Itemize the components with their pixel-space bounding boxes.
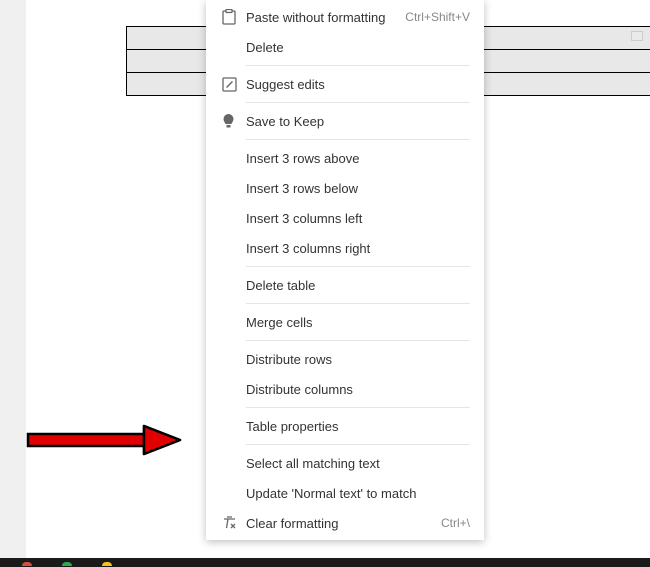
lightbulb-icon xyxy=(222,113,246,129)
taskbar-app-icon[interactable] xyxy=(22,562,32,566)
menu-item-save-to-keep[interactable]: Save to Keep xyxy=(206,106,484,136)
menu-item-delete[interactable]: Delete xyxy=(206,32,484,62)
menu-item-label: Insert 3 columns right xyxy=(246,241,470,256)
menu-item-insert-cols-left[interactable]: Insert 3 columns left xyxy=(206,203,484,233)
menu-separator xyxy=(246,444,470,445)
taskbar-app-icon[interactable] xyxy=(62,562,72,566)
edit-icon xyxy=(222,77,246,92)
menu-item-suggest-edits[interactable]: Suggest edits xyxy=(206,69,484,99)
menu-separator xyxy=(246,65,470,66)
menu-item-clear-formatting[interactable]: Clear formatting Ctrl+\ xyxy=(206,508,484,538)
menu-item-label: Suggest edits xyxy=(246,77,470,92)
table-expand-handle[interactable] xyxy=(631,31,643,41)
menu-separator xyxy=(246,139,470,140)
menu-separator xyxy=(246,340,470,341)
menu-item-shortcut: Ctrl+\ xyxy=(441,516,470,530)
menu-item-label: Insert 3 rows above xyxy=(246,151,470,166)
menu-item-insert-rows-below[interactable]: Insert 3 rows below xyxy=(206,173,484,203)
menu-item-insert-cols-right[interactable]: Insert 3 columns right xyxy=(206,233,484,263)
menu-item-label: Clear formatting xyxy=(246,516,441,531)
taskbar xyxy=(0,558,650,567)
menu-item-label: Delete table xyxy=(246,278,470,293)
menu-separator xyxy=(246,303,470,304)
menu-item-label: Save to Keep xyxy=(246,114,470,129)
menu-item-label: Distribute rows xyxy=(246,352,470,367)
menu-item-distribute-columns[interactable]: Distribute columns xyxy=(206,374,484,404)
menu-item-label: Merge cells xyxy=(246,315,470,330)
clear-formatting-icon xyxy=(222,516,246,530)
document-canvas: Paste without formatting Ctrl+Shift+V De… xyxy=(26,0,650,558)
menu-item-label: Insert 3 columns left xyxy=(246,211,470,226)
menu-item-distribute-rows[interactable]: Distribute rows xyxy=(206,344,484,374)
menu-item-update-normal-text[interactable]: Update 'Normal text' to match xyxy=(206,478,484,508)
annotation-arrow xyxy=(24,418,184,462)
clipboard-icon xyxy=(222,9,246,25)
context-menu: Paste without formatting Ctrl+Shift+V De… xyxy=(206,0,484,540)
menu-item-label: Delete xyxy=(246,40,470,55)
menu-item-label: Insert 3 rows below xyxy=(246,181,470,196)
menu-item-merge-cells[interactable]: Merge cells xyxy=(206,307,484,337)
menu-item-insert-rows-above[interactable]: Insert 3 rows above xyxy=(206,143,484,173)
menu-item-delete-table[interactable]: Delete table xyxy=(206,270,484,300)
menu-item-label: Select all matching text xyxy=(246,456,470,471)
menu-item-label: Paste without formatting xyxy=(246,10,405,25)
taskbar-app-icon[interactable] xyxy=(102,562,112,566)
menu-separator xyxy=(246,407,470,408)
menu-item-label: Update 'Normal text' to match xyxy=(246,486,470,501)
menu-item-table-properties[interactable]: Table properties xyxy=(206,411,484,441)
menu-item-label: Distribute columns xyxy=(246,382,470,397)
menu-item-label: Table properties xyxy=(246,419,470,434)
menu-separator xyxy=(246,102,470,103)
menu-item-paste-without-formatting[interactable]: Paste without formatting Ctrl+Shift+V xyxy=(206,2,484,32)
menu-item-shortcut: Ctrl+Shift+V xyxy=(405,10,470,24)
menu-separator xyxy=(246,266,470,267)
menu-item-select-matching-text[interactable]: Select all matching text xyxy=(206,448,484,478)
